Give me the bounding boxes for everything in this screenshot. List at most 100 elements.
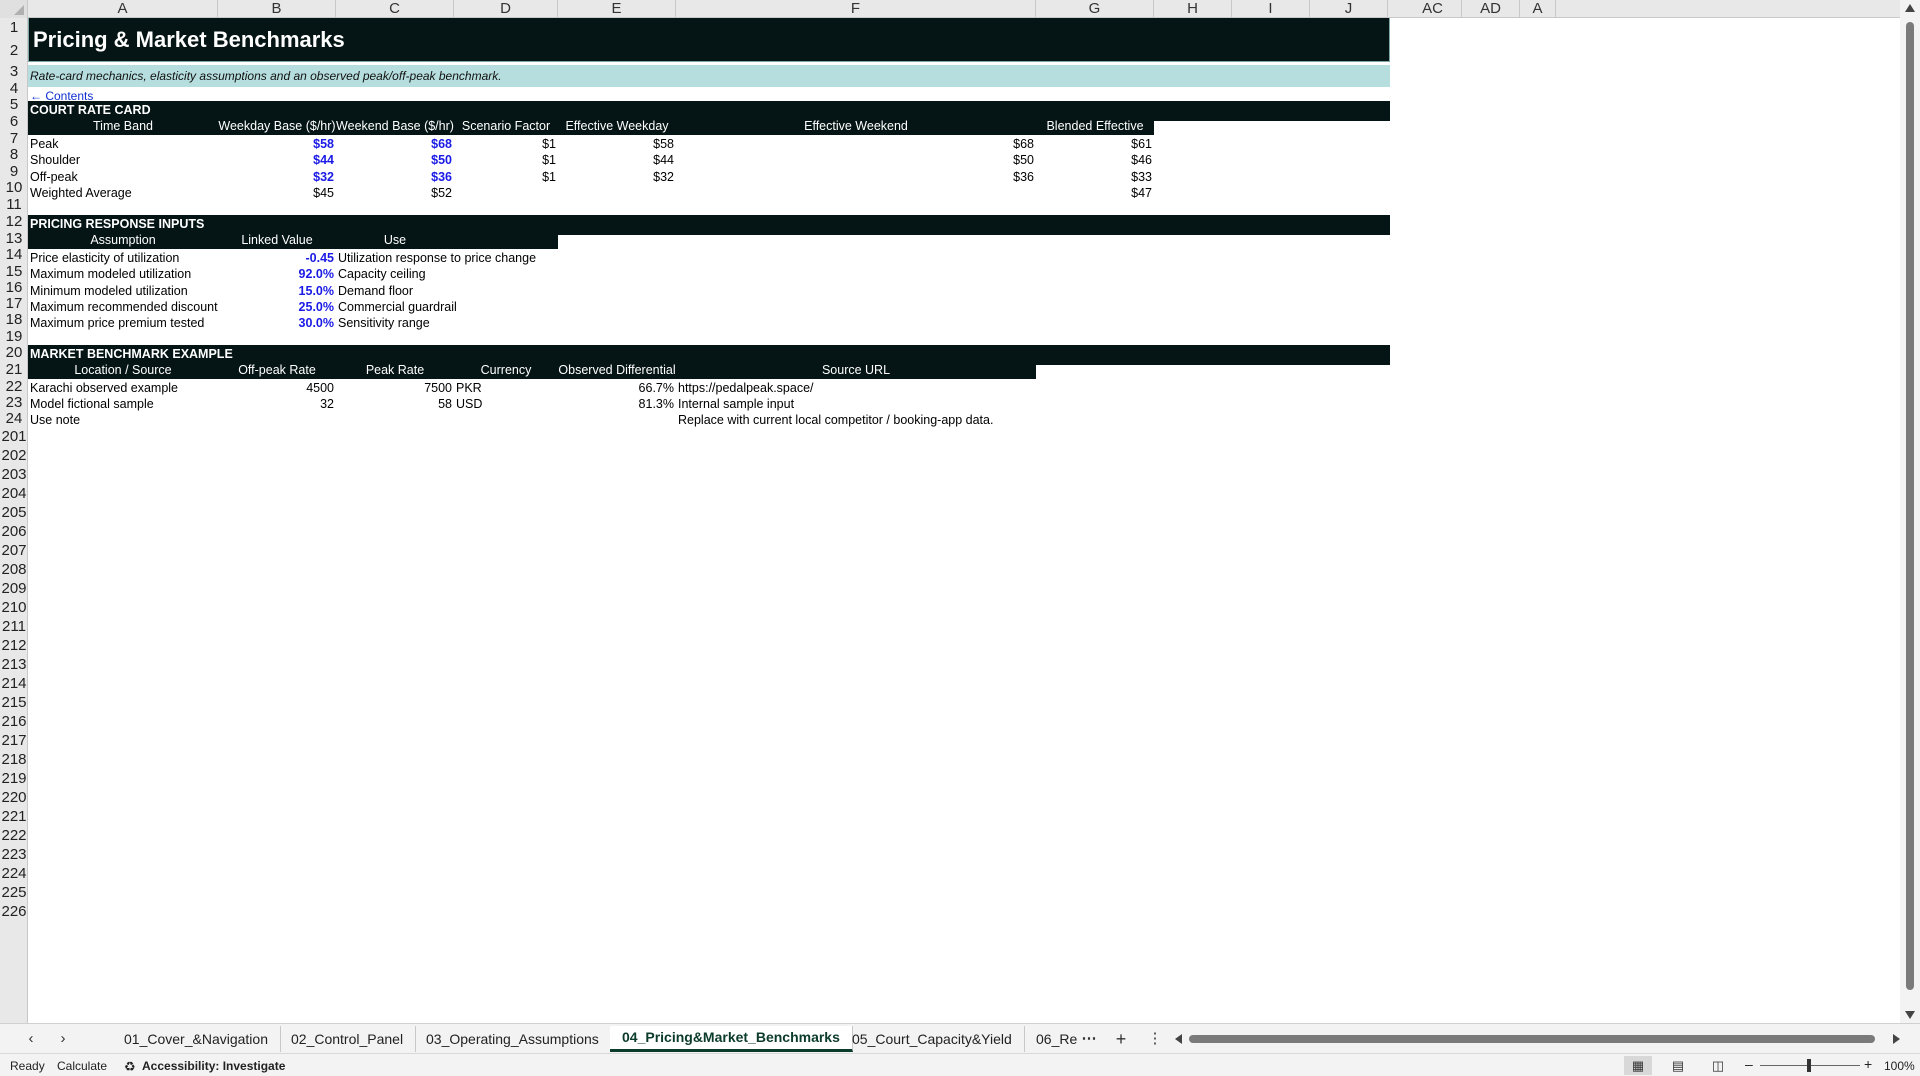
row-header[interactable]: 207 xyxy=(0,541,27,560)
row-header[interactable]: 18 xyxy=(0,312,27,328)
rate-card-effective-weekday[interactable]: $32 xyxy=(558,170,674,184)
more-tabs-ellipsis-icon[interactable]: ⋯ xyxy=(1078,1028,1100,1050)
column-header-ae[interactable]: A xyxy=(1520,0,1556,18)
rate-card-weekday-base[interactable]: $32 xyxy=(218,170,334,184)
benchmark-peak-rate[interactable]: 58 xyxy=(336,397,452,411)
scroll-up-icon[interactable] xyxy=(1905,4,1915,12)
benchmark-location[interactable]: Use note xyxy=(30,413,80,427)
row-header[interactable]: 9 xyxy=(0,163,27,180)
zoom-out-minus-icon[interactable]: – xyxy=(1745,1056,1753,1072)
input-use[interactable]: Commercial guardrail xyxy=(338,300,457,314)
benchmark-offpeak-rate[interactable]: 4500 xyxy=(218,381,334,395)
horizontal-scrollbar[interactable] xyxy=(1175,1033,1900,1045)
benchmark-location[interactable]: Model fictional sample xyxy=(30,397,154,411)
row-header[interactable]: 13 xyxy=(0,230,27,247)
row-header[interactable]: 219 xyxy=(0,769,27,788)
rate-card-time-band[interactable]: Off-peak xyxy=(30,170,78,184)
row-header[interactable]: 19 xyxy=(0,328,27,345)
row-header[interactable]: 5 xyxy=(0,97,27,113)
row-header[interactable]: 21 xyxy=(0,361,27,378)
accessibility-status-button[interactable]: Accessibility: Investigate xyxy=(142,1059,285,1073)
benchmark-location[interactable]: Karachi observed example xyxy=(30,381,178,395)
row-header[interactable]: 211 xyxy=(0,617,27,636)
row-header[interactable]: 217 xyxy=(0,731,27,750)
rate-card-weekend-base[interactable]: $68 xyxy=(336,137,452,151)
rate-card-time-band[interactable]: Weighted Average xyxy=(30,186,132,200)
input-linked-value[interactable]: 15.0% xyxy=(218,284,334,298)
horizontal-scroll-thumb[interactable] xyxy=(1189,1035,1875,1043)
row-header[interactable]: 218 xyxy=(0,750,27,769)
rate-card-weekday-base[interactable]: $45 xyxy=(218,186,334,200)
rate-card-effective-weekend[interactable]: $68 xyxy=(676,137,1034,151)
row-header[interactable]: 2 xyxy=(0,38,27,63)
row-header[interactable]: 23 xyxy=(0,395,27,411)
row-header[interactable]: 201 xyxy=(0,427,27,446)
column-header-a[interactable]: A xyxy=(28,0,218,18)
rate-card-effective-weekend[interactable]: $50 xyxy=(676,153,1034,167)
column-header-g[interactable]: G xyxy=(1036,0,1154,18)
rate-card-time-band[interactable]: Peak xyxy=(30,137,59,151)
row-header[interactable]: 223 xyxy=(0,845,27,864)
zoom-in-plus-icon[interactable]: + xyxy=(1864,1056,1872,1072)
row-header[interactable]: 226 xyxy=(0,902,27,921)
subtitle-band[interactable]: Rate-card mechanics, elasticity assumpti… xyxy=(28,65,1390,87)
row-header[interactable]: 220 xyxy=(0,788,27,807)
row-header[interactable]: 216 xyxy=(0,712,27,731)
rate-card-effective-weekend[interactable]: $36 xyxy=(676,170,1034,184)
rate-card-weekend-base[interactable]: $36 xyxy=(336,170,452,184)
row-header[interactable]: 208 xyxy=(0,560,27,579)
sheet-tab-pricing-market-benchmarks[interactable]: 04_Pricing&Market_Benchmarks xyxy=(610,1026,853,1052)
row-header[interactable]: 4 xyxy=(0,81,27,97)
scroll-right-icon[interactable] xyxy=(1893,1034,1900,1044)
input-use[interactable]: Sensitivity range xyxy=(338,316,430,330)
sheet-tab-control-panel[interactable]: 02_Control_Panel xyxy=(279,1026,417,1052)
input-use[interactable]: Utilization response to price change xyxy=(338,251,536,265)
column-header-j[interactable]: J xyxy=(1310,0,1388,18)
row-header[interactable]: 215 xyxy=(0,693,27,712)
rate-card-weekend-base[interactable]: $52 xyxy=(336,186,452,200)
row-header[interactable]: 205 xyxy=(0,503,27,522)
page-layout-view-icon[interactable]: ▤ xyxy=(1664,1056,1692,1075)
input-assumption[interactable]: Maximum modeled utilization xyxy=(30,267,191,281)
row-header[interactable]: 11 xyxy=(0,196,27,213)
row-header[interactable]: 7 xyxy=(0,130,27,147)
rate-card-weekend-base[interactable]: $50 xyxy=(336,153,452,167)
rate-card-blended-effective[interactable]: $47 xyxy=(1036,186,1152,200)
row-header[interactable]: 214 xyxy=(0,674,27,693)
input-assumption[interactable]: Price elasticity of utilization xyxy=(30,251,179,265)
column-header-e[interactable]: E xyxy=(558,0,676,18)
rate-card-scenario-factor[interactable]: $1 xyxy=(454,137,556,151)
rate-card-blended-effective[interactable]: $61 xyxy=(1036,137,1152,151)
row-header[interactable]: 206 xyxy=(0,522,27,541)
scroll-down-icon[interactable] xyxy=(1905,1011,1915,1019)
rate-card-weekday-base[interactable]: $44 xyxy=(218,153,334,167)
select-all-corner[interactable] xyxy=(0,0,28,18)
row-header[interactable]: 222 xyxy=(0,826,27,845)
input-linked-value[interactable]: -0.45 xyxy=(218,251,335,265)
row-header[interactable]: 14 xyxy=(0,247,27,263)
row-header[interactable]: 203 xyxy=(0,465,27,484)
row-header[interactable]: 213 xyxy=(0,655,27,674)
input-linked-value[interactable]: 25.0% xyxy=(218,300,334,314)
row-header[interactable]: 10 xyxy=(0,180,27,196)
column-header-i[interactable]: I xyxy=(1232,0,1310,18)
benchmark-source-url[interactable]: Internal sample input xyxy=(678,397,794,411)
title-band[interactable]: Pricing & Market Benchmarks xyxy=(28,18,1390,62)
input-linked-value[interactable]: 92.0% xyxy=(218,267,334,281)
column-header-ad[interactable]: AD xyxy=(1462,0,1520,18)
row-header[interactable]: 212 xyxy=(0,636,27,655)
benchmark-source-url[interactable]: Replace with current local competitor / … xyxy=(678,413,993,427)
sheet-tab-cover[interactable]: 01_Cover_&Navigation xyxy=(112,1026,281,1052)
row-header[interactable]: 3 xyxy=(0,63,27,81)
sheet-tab-operating-assumptions[interactable]: 03_Operating_Assumptions xyxy=(414,1026,612,1052)
benchmark-currency[interactable]: PKR xyxy=(456,381,482,395)
zoom-slider-thumb[interactable] xyxy=(1807,1059,1811,1072)
add-sheet-plus-icon[interactable]: + xyxy=(1110,1028,1132,1050)
row-header[interactable]: 17 xyxy=(0,296,27,312)
row-header[interactable]: 8 xyxy=(0,147,27,163)
rate-card-weekday-base[interactable]: $58 xyxy=(218,137,334,151)
benchmark-source-url[interactable]: https://pedalpeak.space/ xyxy=(678,381,814,395)
input-linked-value[interactable]: 30.0% xyxy=(218,316,334,330)
row-header[interactable]: 224 xyxy=(0,864,27,883)
benchmark-peak-rate[interactable]: 7500 xyxy=(336,381,452,395)
